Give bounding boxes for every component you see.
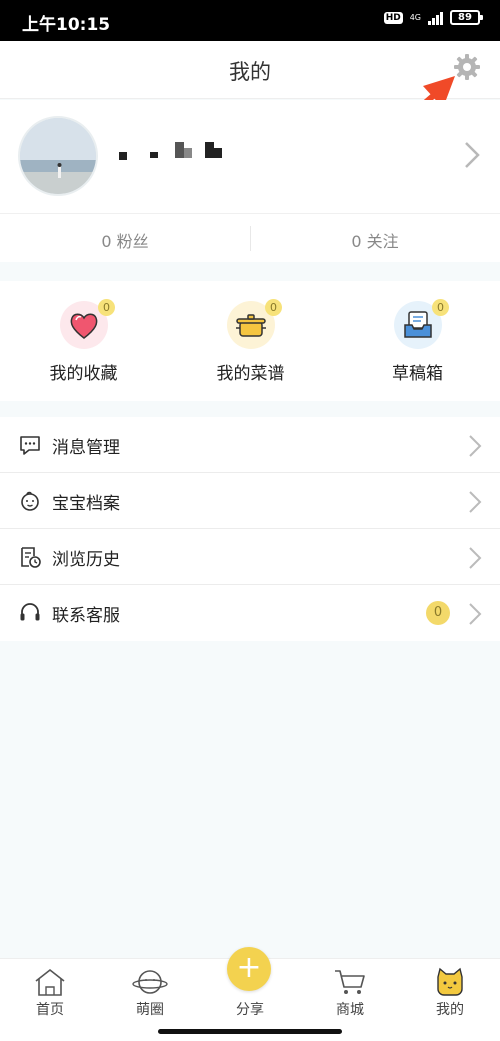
tab-mall[interactable]: 商城 (300, 959, 400, 1029)
count-badge: 0 (432, 299, 449, 316)
cat-icon (437, 967, 463, 996)
menu-label: 联系客服 (52, 606, 120, 626)
following-count[interactable]: 0 关注 (250, 228, 500, 252)
message-icon (20, 436, 40, 455)
menu-label: 浏览历史 (52, 550, 120, 570)
status-time: 上午10:15 (22, 15, 111, 35)
fans-count[interactable]: 0 粉丝 (0, 228, 250, 252)
chevron-right-icon (469, 603, 482, 625)
username-redacted (117, 142, 227, 162)
stats-row: 0 粉丝 0 关注 (0, 213, 500, 262)
settings-menu: 消息管理 宝宝档案 浏览历史 联系客服 0 (0, 417, 500, 641)
count-badge: 0 (98, 299, 115, 316)
unread-badge: 0 (426, 601, 450, 625)
tab-label: 我的 (436, 1002, 464, 1018)
plus-icon[interactable]: + (227, 947, 271, 991)
menu-item-baby-profile[interactable]: 宝宝档案 (0, 473, 500, 529)
network-type: 4G (409, 12, 421, 22)
chevron-right-icon (469, 435, 482, 457)
baby-icon (21, 491, 39, 511)
menu-item-history[interactable]: 浏览历史 (0, 529, 500, 585)
menu-label: 宝宝档案 (52, 494, 120, 514)
planet-icon (132, 970, 168, 994)
headset-icon (20, 603, 40, 621)
status-indicators: HD 4G 89 (383, 10, 483, 25)
battery-icon: 89 (450, 10, 483, 25)
tab-share[interactable]: + 分享 (200, 947, 300, 1029)
shortcut-grid: 0 我的收藏 0 我的菜谱 0 草稿箱 (0, 281, 500, 401)
profile-card[interactable] (0, 100, 500, 213)
tab-home[interactable]: 首页 (0, 959, 100, 1029)
home-icon (35, 968, 65, 996)
menu-item-customer-service[interactable]: 联系客服 0 (0, 585, 500, 641)
shortcut-my-recipes[interactable]: 0 我的菜谱 (167, 281, 334, 401)
tab-label: 商城 (336, 1002, 364, 1018)
shortcut-favorites[interactable]: 0 我的收藏 (0, 281, 167, 401)
shortcut-label: 草稿箱 (392, 364, 443, 384)
signal-icon (428, 11, 443, 25)
home-indicator (158, 1029, 342, 1034)
avatar[interactable] (18, 116, 98, 196)
chevron-right-icon (469, 491, 482, 513)
status-bar: 上午10:15 HD 4G 89 (0, 0, 500, 41)
tab-label: 萌圈 (136, 1002, 164, 1018)
shortcut-label: 我的收藏 (49, 364, 118, 384)
menu-label: 消息管理 (52, 438, 120, 458)
cart-icon (335, 970, 365, 994)
shortcut-drafts[interactable]: 0 草稿箱 (334, 281, 500, 401)
tab-circle[interactable]: 萌圈 (100, 959, 200, 1029)
chevron-right-icon (469, 547, 482, 569)
tab-label: 首页 (36, 1002, 64, 1018)
history-icon (21, 547, 41, 568)
count-badge: 0 (265, 299, 282, 316)
shortcut-label: 我的菜谱 (216, 364, 285, 384)
tab-label: 分享 (236, 1002, 264, 1018)
menu-item-messages[interactable]: 消息管理 (0, 417, 500, 473)
chevron-right-icon (465, 142, 480, 168)
hd-icon: HD (383, 11, 403, 24)
tab-mine[interactable]: 我的 (400, 959, 500, 1029)
